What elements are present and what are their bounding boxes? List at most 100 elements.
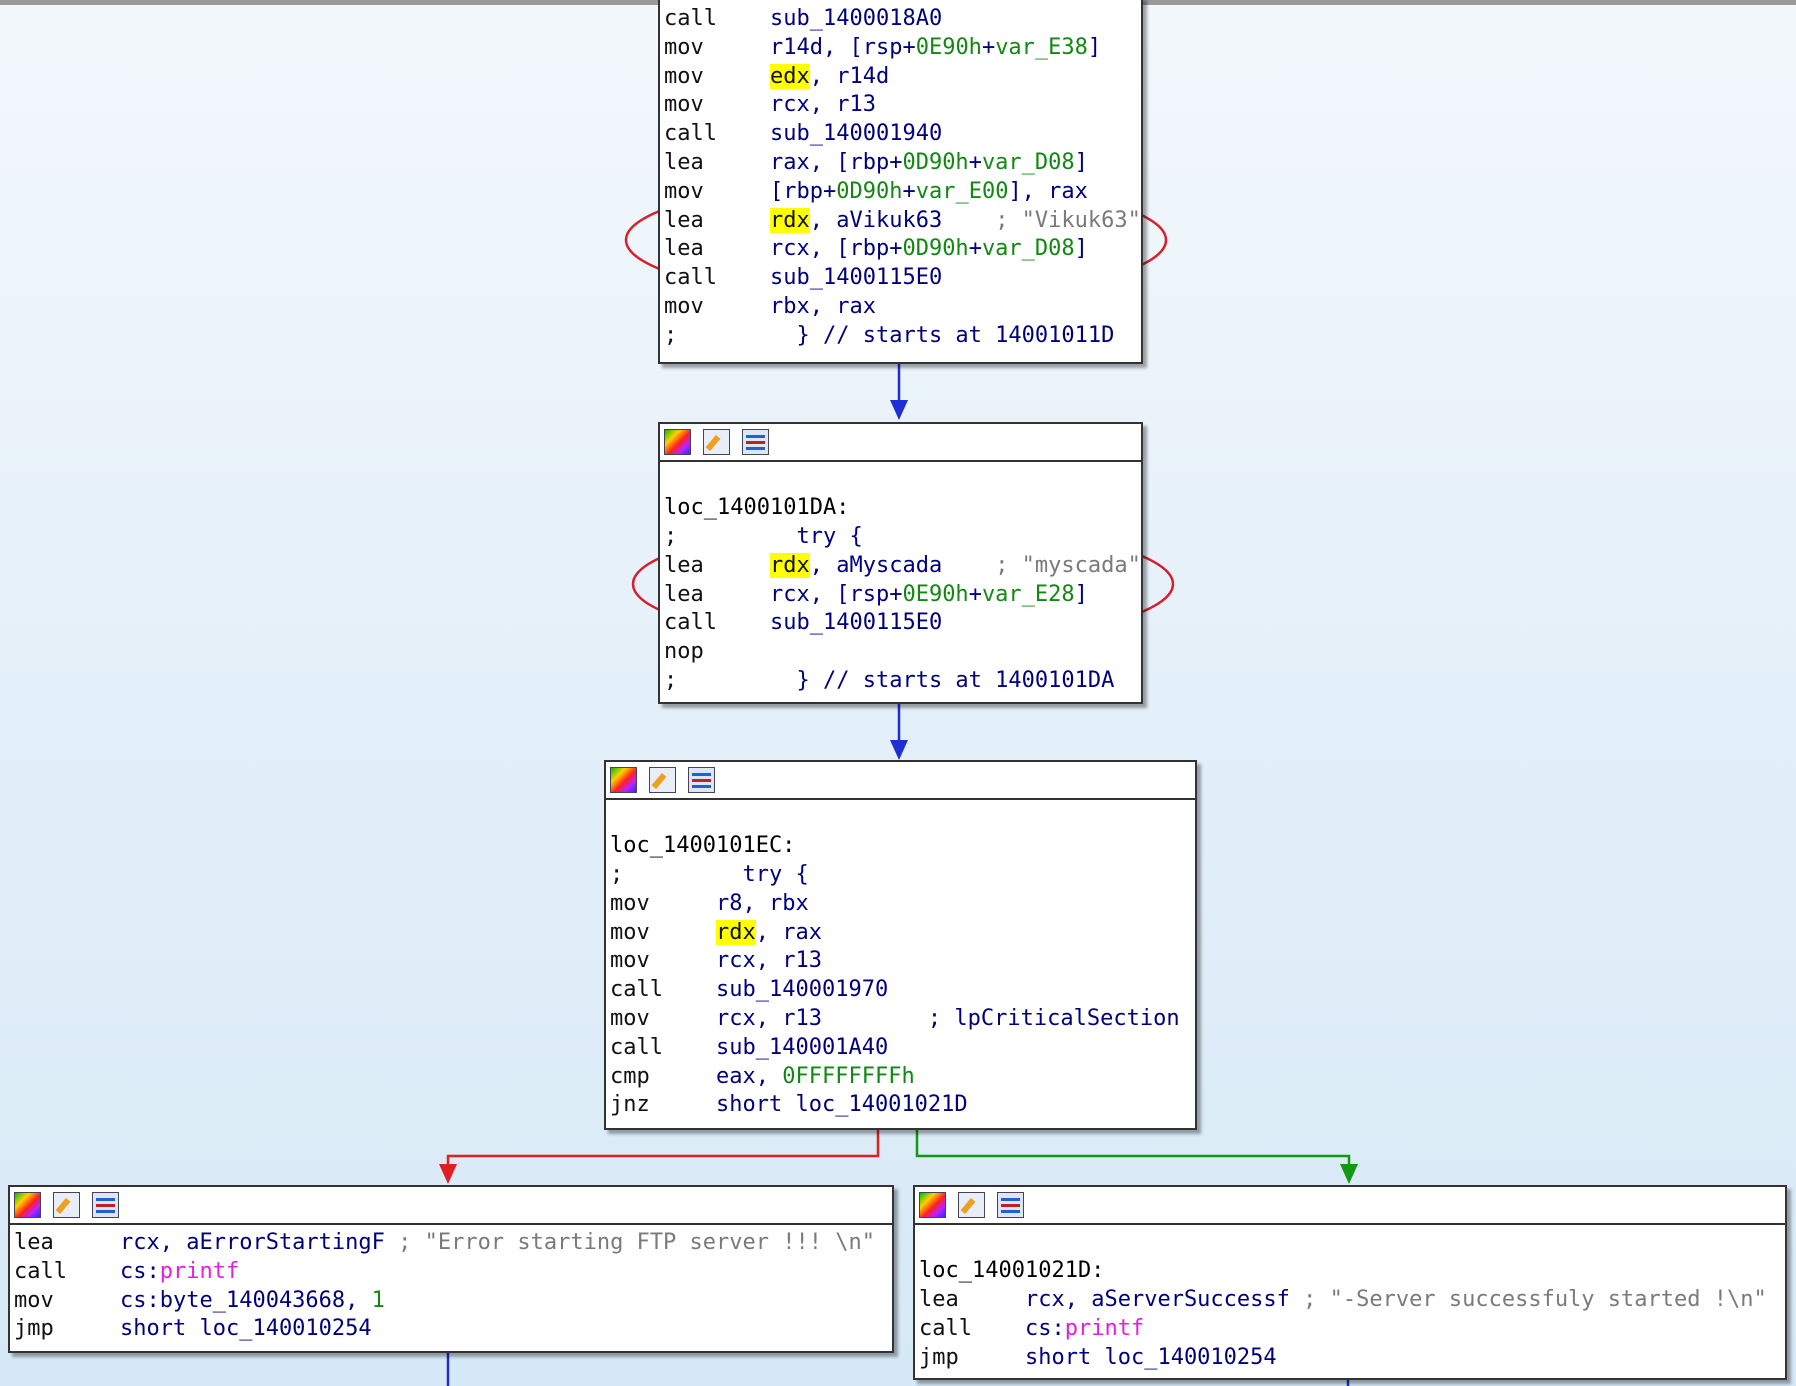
operand-token: rcx, aErrorStartingF xyxy=(120,1230,399,1255)
code-line[interactable]: call sub_140001940 xyxy=(660,119,1141,148)
code-line[interactable]: mov [rbp+0D90h+var_E00], rax xyxy=(660,177,1141,206)
instruction-operands: rcx, [rbp+0D90h+var_D08] xyxy=(770,234,1088,263)
code-line[interactable]: mov rcx, r13 xyxy=(660,90,1141,119)
instruction-mnemonic: call xyxy=(919,1315,972,1341)
instruction-operands: sub_1400115E0 xyxy=(770,263,942,292)
operand-token: sub_1400115E0 xyxy=(770,265,943,291)
instruction-operands: sub_1400115E0 xyxy=(770,608,942,637)
code-block-top[interactable]: call sub_1400018A0 mov r14d, [rsp+0E90h+var… xyxy=(658,0,1143,364)
graph-group-icon[interactable] xyxy=(92,1192,119,1218)
code-block-error[interactable]: lea rcx, aErrorStartingF ; "Error startin… xyxy=(8,1185,894,1353)
operand-token: short loc_140010254 xyxy=(1025,1344,1277,1370)
instruction-operands: edx, r14d xyxy=(770,62,889,91)
operand-token: rcx, [rsp+ xyxy=(770,581,903,607)
code-line[interactable]: mov cs:byte_140043668, 1 xyxy=(10,1286,892,1315)
code-line[interactable]: lea rdx, aVikuk63 ; "Vikuk63" xyxy=(660,206,1141,235)
operand-token: + xyxy=(968,150,982,175)
instruction-mnemonic: jnz xyxy=(610,1092,650,1118)
code-line[interactable]: ; try { xyxy=(606,860,1195,889)
instruction-mnemonic: jmp xyxy=(14,1316,54,1342)
instruction-operands: rcx, r13 xyxy=(770,90,876,119)
edge-false-branch xyxy=(446,1128,880,1168)
edit-pencil-icon[interactable] xyxy=(649,767,676,793)
operand-token: try { xyxy=(770,524,863,549)
highlighted-register[interactable]: rdx xyxy=(716,919,756,945)
instruction-operands: r14d, [rsp+0E90h+var_E38] xyxy=(770,33,1101,62)
edit-pencil-icon[interactable] xyxy=(53,1192,80,1218)
highlighted-register[interactable]: rdx xyxy=(770,552,810,578)
code-line[interactable]: nop xyxy=(660,637,1141,666)
code-line[interactable]: call sub_1400018A0 xyxy=(660,4,1141,33)
code-line[interactable]: cmp eax, 0FFFFFFFFh xyxy=(606,1062,1195,1091)
code-line[interactable]: mov rcx, r13 xyxy=(606,946,1195,975)
instruction-mnemonic: mov xyxy=(610,919,650,945)
operand-token: var_E00 xyxy=(915,178,1009,204)
code-line[interactable]: call sub_1400115E0 xyxy=(660,263,1141,292)
code-line[interactable]: mov rbx, rax xyxy=(660,292,1141,321)
instruction-mnemonic: call xyxy=(664,265,717,291)
instruction-mnemonic: mov xyxy=(664,294,704,319)
code-line[interactable]: lea rax, [rbp+0D90h+var_D08] xyxy=(660,148,1141,177)
code-line[interactable]: jnz short loc_14001021D xyxy=(606,1090,1195,1119)
operand-token: cs:byte_140043668, xyxy=(120,1287,372,1313)
code-line[interactable]: call cs:printf xyxy=(10,1257,892,1286)
code-line[interactable]: mov r8, rbx xyxy=(606,889,1195,918)
string-comment: ; "myscada" xyxy=(995,552,1141,578)
instruction-mnemonic: ; xyxy=(664,668,678,693)
operand-token: var_D08 xyxy=(981,150,1075,175)
code-line[interactable]: mov r14d, [rsp+0E90h+var_E38] xyxy=(660,33,1141,62)
operand-token: rax, [rbp+ xyxy=(770,150,903,175)
instruction-mnemonic: mov xyxy=(664,92,704,118)
code-line[interactable]: mov rdx, rax xyxy=(606,918,1195,947)
code-line[interactable]: lea rcx, [rsp+0E90h+var_E28] xyxy=(660,580,1141,609)
highlighted-register[interactable]: rdx xyxy=(770,207,810,233)
graph-group-icon[interactable] xyxy=(688,767,715,793)
instruction-operands: try { xyxy=(716,860,808,889)
color-palette-icon[interactable] xyxy=(610,767,637,793)
instruction-mnemonic: cmp xyxy=(610,1063,650,1089)
color-palette-icon[interactable] xyxy=(664,429,691,455)
code-line[interactable]: ; } // starts at 1400101DA xyxy=(660,666,1141,695)
code-line[interactable]: call sub_140001970 xyxy=(606,975,1195,1004)
code-line[interactable]: jmp short loc_140010254 xyxy=(915,1343,1785,1372)
code-line[interactable]: mov rcx, r13 ; lpCriticalSection xyxy=(606,1004,1195,1033)
code-block-loc-1400101EC[interactable]: loc_1400101EC: ; try {mov r8, rbx mov rdx, … xyxy=(604,760,1197,1130)
code-line[interactable]: ; } // starts at 14001011D xyxy=(660,321,1141,350)
instruction-operands: rax, [rbp+0D90h+var_D08] xyxy=(770,148,1088,177)
instruction-mnemonic: call xyxy=(610,1034,663,1060)
code-line[interactable]: jmp short loc_140010254 xyxy=(10,1314,892,1343)
code-line[interactable]: lea rcx, aServerSuccessf ; "-Server succe… xyxy=(915,1285,1785,1314)
operand-token: 0D90h xyxy=(902,236,969,262)
operand-token: , aMyscada xyxy=(809,552,996,578)
graph-group-icon[interactable] xyxy=(742,429,769,455)
instruction-operands: try { xyxy=(770,522,863,551)
operand-token: eax, xyxy=(716,1063,783,1089)
graph-group-icon[interactable] xyxy=(997,1192,1024,1218)
color-palette-icon[interactable] xyxy=(14,1192,41,1218)
code-line[interactable]: ; try { xyxy=(660,522,1141,551)
code-line[interactable]: lea rcx, [rbp+0D90h+var_D08] xyxy=(660,234,1141,263)
code-line[interactable]: call cs:printf xyxy=(915,1314,1785,1343)
instruction-mnemonic: lea xyxy=(664,581,704,607)
highlighted-register[interactable]: edx xyxy=(770,63,810,89)
code-line[interactable]: call sub_140001A40 xyxy=(606,1033,1195,1062)
instruction-operands: short loc_140010254 xyxy=(120,1314,372,1343)
code-line[interactable]: call sub_1400115E0 xyxy=(660,608,1141,637)
instruction-operands: } // starts at 14001011D xyxy=(770,321,1114,350)
code-block-loc-1400101DA[interactable]: loc_1400101DA: ; try {lea rdx, aMyscada ;… xyxy=(658,422,1143,704)
operand-token: rcx, r13 xyxy=(716,1006,928,1031)
color-palette-icon[interactable] xyxy=(919,1192,946,1218)
code-line[interactable]: mov edx, r14d xyxy=(660,62,1141,91)
operand-token: ; lpCriticalSection xyxy=(927,1006,1180,1031)
code-block-loc-14001021D[interactable]: loc_14001021D: lea rcx, aServerSuccessf ;… xyxy=(913,1185,1787,1380)
code-line[interactable]: lea rcx, aErrorStartingF ; "Error startin… xyxy=(10,1228,892,1257)
edit-pencil-icon[interactable] xyxy=(958,1192,985,1218)
operand-token: sub_140001940 xyxy=(770,121,943,147)
operand-token: rcx, r13 xyxy=(716,948,822,974)
edit-pencil-icon[interactable] xyxy=(703,429,730,455)
operand-token: + xyxy=(968,581,982,607)
operand-token: cs: xyxy=(1025,1315,1065,1341)
code-line[interactable]: lea rdx, aMyscada ; "myscada" xyxy=(660,551,1141,580)
instruction-mnemonic: mov xyxy=(610,1006,650,1031)
operand-token: sub_140001A40 xyxy=(716,1034,889,1060)
